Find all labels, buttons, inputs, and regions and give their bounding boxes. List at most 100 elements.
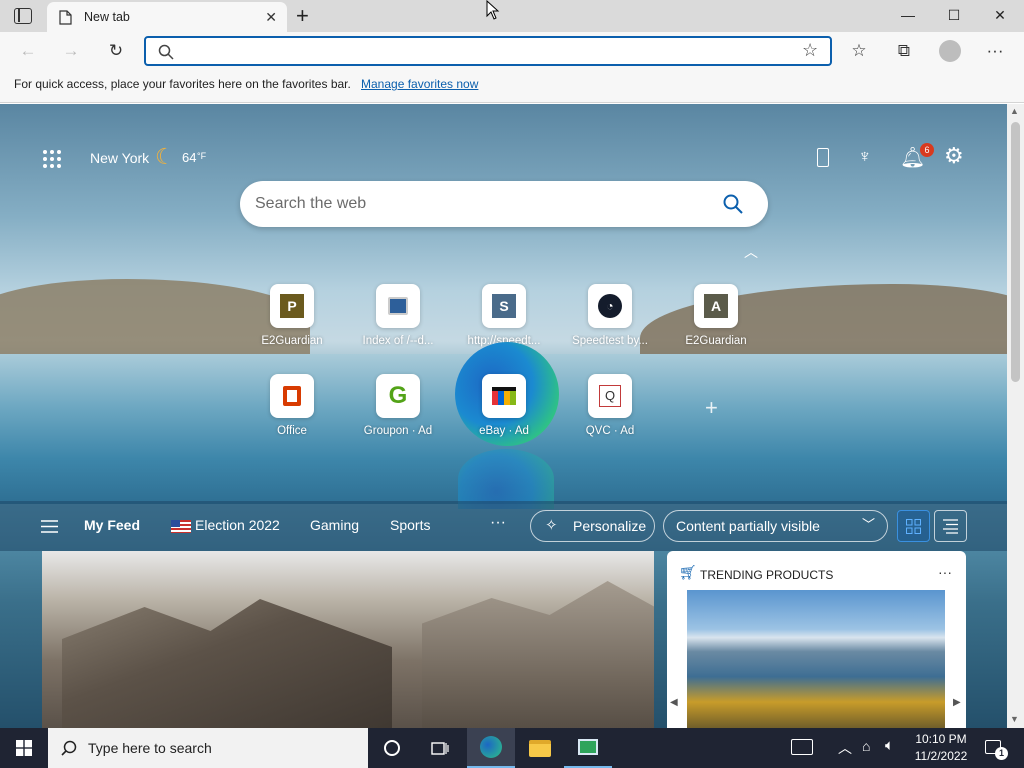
- minimize-button[interactable]: —: [885, 4, 931, 26]
- close-window-button[interactable]: ✕: [977, 4, 1023, 26]
- more-options-icon[interactable]: ···: [979, 37, 1011, 65]
- tab-new-tab[interactable]: New tab ✕: [47, 2, 287, 32]
- taskbar-search-placeholder: Type here to search: [88, 740, 212, 756]
- speedometer-icon: ◔: [588, 284, 632, 328]
- office-icon: [270, 374, 314, 418]
- tab-title: New tab: [84, 10, 130, 24]
- collapsed-building: [62, 599, 392, 728]
- scrollbar-thumb[interactable]: [1011, 122, 1020, 382]
- add-shortcut-icon[interactable]: +: [705, 395, 718, 421]
- quick-link-label: Office: [277, 425, 307, 437]
- apps-launcher-icon[interactable]: [42, 149, 62, 169]
- feed-tab-gaming[interactable]: Gaming: [310, 517, 359, 533]
- us-flag-icon: [171, 520, 191, 533]
- app-icon: [578, 739, 598, 755]
- toolbar: ← → ↻ ☆ ☆ ⧉ ···: [0, 32, 1024, 70]
- network-icon[interactable]: ⌂: [862, 738, 870, 754]
- search-icon[interactable]: [723, 194, 743, 214]
- cortana-button[interactable]: [368, 728, 416, 768]
- quick-link-speedtest[interactable]: ◔ Speedtest by...: [560, 284, 660, 347]
- trending-products-card[interactable]: 🛒︎ TRENDING PRODUCTS ··· ◀ ▶: [667, 551, 966, 728]
- taskbar-file-explorer[interactable]: [516, 728, 564, 768]
- add-favorite-icon[interactable]: ☆: [802, 40, 818, 61]
- start-button[interactable]: [0, 728, 48, 768]
- taskbar-edge[interactable]: [467, 728, 515, 768]
- taskbar-app[interactable]: [564, 728, 612, 768]
- quick-link-e2guardian[interactable]: P E2Guardian: [242, 284, 342, 347]
- personalize-button[interactable]: ✧ Personalize: [530, 510, 655, 542]
- manage-favorites-link[interactable]: Manage favorites now: [361, 77, 478, 91]
- favorites-bar: For quick access, place your favorites h…: [0, 70, 1024, 103]
- taskbar: Type here to search ︿ ⌂ 🔈︎ 10:10 PM 11/2…: [0, 728, 1024, 768]
- favorites-icon[interactable]: ☆: [843, 37, 875, 65]
- scroll-down-icon[interactable]: ▼: [1010, 714, 1019, 724]
- rewards-icon[interactable]: ♆: [858, 146, 872, 167]
- trending-title: TRENDING PRODUCTS: [700, 568, 834, 582]
- quick-link-speedtest-url[interactable]: S http://speedt...: [454, 284, 554, 347]
- damaged-wall: [422, 581, 654, 728]
- grid-icon: [906, 519, 921, 534]
- address-bar[interactable]: ☆: [144, 36, 832, 66]
- clock-date: 11/2/2022: [914, 749, 968, 763]
- address-input[interactable]: [180, 42, 780, 60]
- content-visibility-dropdown[interactable]: Content partially visible ﹀: [663, 510, 888, 542]
- maximize-button[interactable]: ☐: [931, 4, 977, 26]
- profile-avatar[interactable]: [939, 40, 961, 62]
- carousel-prev-icon[interactable]: ◀: [670, 697, 678, 708]
- page-scrollbar[interactable]: ▲ ▼: [1007, 104, 1024, 728]
- quick-link-ebay[interactable]: eBay · Ad: [454, 374, 554, 437]
- list-layout-button[interactable]: [934, 510, 967, 542]
- refresh-button[interactable]: ↻: [100, 37, 132, 65]
- quick-link-groupon[interactable]: G Groupon · Ad: [348, 374, 448, 437]
- windows-icon: [16, 740, 32, 756]
- web-search-box[interactable]: [240, 181, 768, 227]
- news-widget-icon[interactable]: [791, 739, 813, 755]
- quick-link-office[interactable]: Office: [242, 374, 342, 437]
- phone-icon[interactable]: [817, 148, 829, 167]
- system-clock[interactable]: 10:10 PM 11/2/2022: [910, 731, 972, 765]
- more-feeds-icon[interactable]: ···: [490, 514, 506, 532]
- notification-badge: 6: [920, 143, 934, 157]
- quick-link-index[interactable]: Index of /--d...: [348, 284, 448, 347]
- edge-icon: [480, 736, 502, 758]
- quick-link-label: QVC · Ad: [585, 425, 635, 437]
- web-search-input[interactable]: [255, 193, 695, 215]
- feed-tab-election[interactable]: Election 2022: [195, 517, 280, 533]
- feed-tab-my-feed[interactable]: My Feed: [84, 517, 140, 533]
- quick-link-qvc[interactable]: Q QVC · Ad: [560, 374, 660, 437]
- tab-actions-icon[interactable]: [14, 8, 32, 24]
- show-hidden-icons-chevron-icon[interactable]: ︿: [838, 738, 852, 758]
- tile-icon: A: [694, 284, 738, 328]
- moon-icon: ☾: [155, 144, 175, 169]
- collapse-links-chevron-icon[interactable]: ︿: [744, 242, 758, 262]
- tile-icon: S: [482, 284, 526, 328]
- back-button[interactable]: ←: [12, 37, 44, 65]
- quick-link-e2guardian-2[interactable]: A E2Guardian: [666, 284, 766, 347]
- news-card-image[interactable]: [42, 551, 654, 728]
- taskbar-search-box[interactable]: Type here to search: [48, 728, 368, 768]
- task-view-button[interactable]: [416, 728, 464, 768]
- scroll-up-icon[interactable]: ▲: [1010, 106, 1019, 116]
- more-options-icon[interactable]: ···: [938, 564, 952, 580]
- search-icon: [158, 44, 174, 60]
- volume-icon[interactable]: 🔈︎: [885, 737, 894, 754]
- close-tab-icon[interactable]: ✕: [265, 9, 277, 26]
- list-icon: [943, 519, 958, 534]
- feed-tab-sports[interactable]: Sports: [390, 517, 430, 533]
- product-image[interactable]: [687, 590, 945, 728]
- settings-gear-icon[interactable]: ⚙: [944, 143, 964, 169]
- action-center-badge: 1: [995, 747, 1008, 760]
- grid-layout-button[interactable]: [897, 510, 930, 542]
- collections-icon[interactable]: ⧉: [888, 37, 920, 65]
- forward-button[interactable]: →: [55, 37, 87, 65]
- weather-temp: 64: [182, 150, 197, 165]
- favorites-message: For quick access, place your favorites h…: [14, 77, 351, 91]
- search-icon: [61, 740, 77, 756]
- new-tab-button[interactable]: +: [296, 3, 309, 29]
- quick-link-label: E2Guardian: [261, 335, 323, 347]
- quick-link-label: E2Guardian: [685, 335, 747, 347]
- weather-unit: °F: [197, 151, 207, 161]
- weather-city[interactable]: New York: [90, 150, 149, 166]
- menu-icon[interactable]: [41, 520, 58, 533]
- carousel-next-icon[interactable]: ▶: [953, 697, 961, 708]
